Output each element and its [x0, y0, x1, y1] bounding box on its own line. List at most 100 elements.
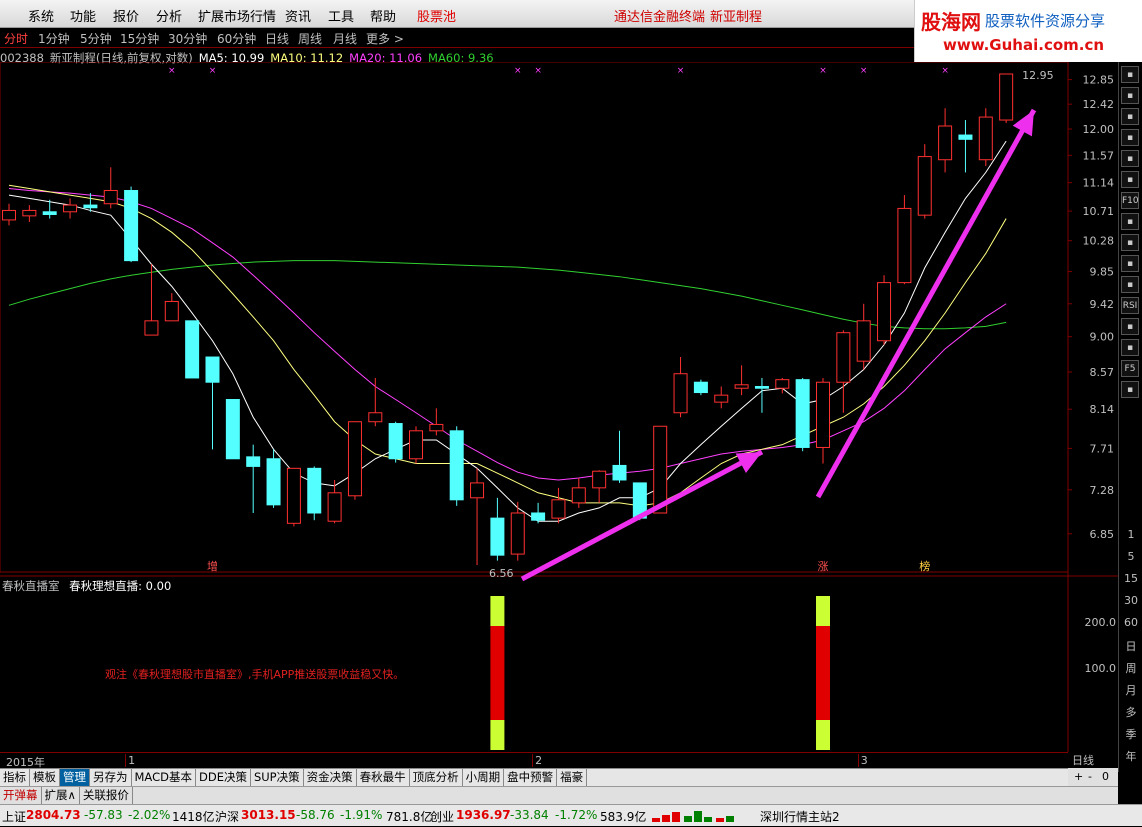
period-daily[interactable]: 日线 [265, 30, 289, 47]
candle-down [205, 356, 220, 383]
candle-up [897, 207, 912, 284]
tool-icon[interactable]: ▪ [1121, 255, 1139, 272]
tool-icon[interactable]: ▪ [1121, 234, 1139, 251]
tool-icon[interactable]: ▪ [1121, 381, 1139, 398]
candle-up [103, 190, 118, 205]
extra-tab[interactable]: 扩展∧ [42, 787, 80, 804]
period-shortcut[interactable]: 季 [1123, 726, 1139, 742]
bottom-tab[interactable]: 模板 [30, 769, 60, 786]
bottom-tab[interactable]: 福豪 [557, 769, 588, 786]
y-tick-label: 9.85 [1090, 266, 1115, 279]
bottom-tab[interactable]: 管理 [60, 769, 90, 786]
bottom-tab[interactable]: SUP决策 [251, 769, 304, 786]
hs-amount: 781.8亿 [386, 810, 433, 824]
tool-icon[interactable]: ▪ [1121, 171, 1139, 188]
period-weekly[interactable]: 周线 [298, 30, 322, 47]
menu-help[interactable]: 帮助 [370, 6, 396, 25]
tool-icon[interactable]: ▪ [1121, 339, 1139, 356]
period-shortcut[interactable]: 1 [1123, 528, 1139, 541]
bottom-tab[interactable]: 指标 [0, 769, 30, 786]
extra-tab[interactable]: 开弹幕 [0, 787, 42, 804]
bottom-tab[interactable]: 小周期 [463, 769, 505, 786]
low-price-label: 6.56 [489, 567, 514, 580]
bottom-tab[interactable]: 顶底分析 [410, 769, 463, 786]
candle-up [592, 470, 607, 489]
bottom-tab[interactable]: 春秋最牛 [357, 769, 410, 786]
period-1min[interactable]: 1分钟 [38, 30, 70, 47]
period-intraday[interactable]: 分时 [4, 30, 28, 47]
tool-icon[interactable]: ▪ [1121, 108, 1139, 125]
menu-system[interactable]: 系统 [28, 6, 54, 25]
signal-bar-bottom [490, 720, 505, 750]
candle-up [571, 487, 586, 504]
period-15min[interactable]: 15分钟 [120, 30, 159, 47]
y-tick-label: 11.57 [1083, 149, 1115, 162]
period-shortcut[interactable]: 周 [1123, 660, 1139, 676]
menu-tools[interactable]: 工具 [328, 6, 354, 25]
candle-up [775, 379, 790, 389]
period-shortcut[interactable]: 60 [1123, 616, 1139, 629]
period-30min[interactable]: 30分钟 [168, 30, 207, 47]
menu-stock-pool[interactable]: 股票池 [417, 6, 456, 25]
y-tick-label: 8.57 [1090, 366, 1115, 379]
tool-icon[interactable]: RSI [1121, 297, 1139, 314]
tool-icon[interactable]: F5 [1121, 360, 1139, 377]
hs-change: -58.76 [296, 808, 335, 822]
menu-function[interactable]: 功能 [70, 6, 96, 25]
sub-y-tick: 100.0 [1085, 662, 1117, 675]
date-month-label: 1 [125, 754, 135, 767]
zoom-out-icon[interactable]: - [1088, 770, 1092, 783]
bottom-tabs: 指标 模板 管理 另存为 MACD基本 DDE决策 SUP决策 资金决策 春秋最牛 顶底分析 小周期… [0, 768, 1118, 786]
period-shortcut[interactable]: 日 [1123, 638, 1139, 654]
tool-icon[interactable]: ▪ [1121, 213, 1139, 230]
period-shortcut[interactable]: 30 [1123, 594, 1139, 607]
period-5min[interactable]: 5分钟 [80, 30, 112, 47]
date-month-label: 2 [532, 754, 542, 767]
period-monthly[interactable]: 月线 [333, 30, 357, 47]
menu-quote[interactable]: 报价 [113, 6, 139, 25]
tool-icon[interactable]: ▪ [1121, 150, 1139, 167]
bottom-tab[interactable]: 另存为 [90, 769, 132, 786]
logo-slogan: 股票软件资源分享 [985, 12, 1106, 30]
tool-icon[interactable]: ▪ [1121, 129, 1139, 146]
status-bar: 上证 2804.73 -57.83 -2.02% 1418亿 沪深 3013.1… [0, 804, 1142, 826]
ma60-line [8, 260, 1007, 330]
period-shortcut[interactable]: 月 [1123, 682, 1139, 698]
bottom-tab[interactable]: 资金决策 [304, 769, 357, 786]
bottom-tab[interactable]: 盘中预警 [504, 769, 558, 786]
zoom-in-icon[interactable]: + [1074, 770, 1083, 783]
y-tick-label: 12.42 [1083, 98, 1115, 111]
menu-ext-market[interactable]: 扩展市场行情 [198, 6, 276, 25]
period-shortcut[interactable]: 5 [1123, 550, 1139, 563]
kline-chart[interactable]: 12.85 12.42 12.00 11.57 11.14 10.71 10.28 9.85 9… [0, 62, 1118, 752]
tool-icon[interactable]: F10 [1121, 192, 1139, 209]
period-shortcut[interactable]: 年 [1123, 748, 1139, 764]
tool-icon[interactable]: ▪ [1121, 66, 1139, 83]
zoom-reset-icon[interactable]: 0 [1102, 770, 1109, 783]
period-shortcut[interactable]: 15 [1123, 572, 1139, 585]
candle-up [409, 430, 423, 460]
tool-icon[interactable]: ▪ [1121, 276, 1139, 293]
signal-dot: × [860, 66, 868, 76]
period-more[interactable]: 更多 > [366, 30, 404, 47]
sub-indicator-value: 春秋理想直播: 0.00 [69, 579, 172, 593]
y-tick-label: 12.85 [1083, 74, 1115, 87]
period-shortcut[interactable]: 多 [1123, 704, 1139, 720]
signal-dot: × [514, 66, 522, 76]
ma10-line [8, 184, 1007, 507]
bottom-tab[interactable]: MACD基本 [132, 769, 196, 786]
bottom-tab[interactable]: DDE决策 [196, 769, 251, 786]
tool-icon[interactable]: ▪ [1121, 318, 1139, 335]
extra-tab[interactable]: 关联报价 [80, 787, 133, 804]
period-60min[interactable]: 60分钟 [217, 30, 256, 47]
hs-label: 沪深 [215, 810, 240, 824]
program-title: 通达信金融终端 [614, 10, 706, 25]
candle-down [246, 456, 261, 467]
menu-news[interactable]: 资讯 [285, 6, 311, 25]
y-tick-label: 12.00 [1083, 123, 1115, 136]
candle-down [490, 517, 505, 556]
candle-up [856, 320, 871, 362]
tool-icon[interactable]: ▪ [1121, 87, 1139, 104]
candle-up [938, 125, 953, 161]
menu-analysis[interactable]: 分析 [156, 6, 182, 25]
